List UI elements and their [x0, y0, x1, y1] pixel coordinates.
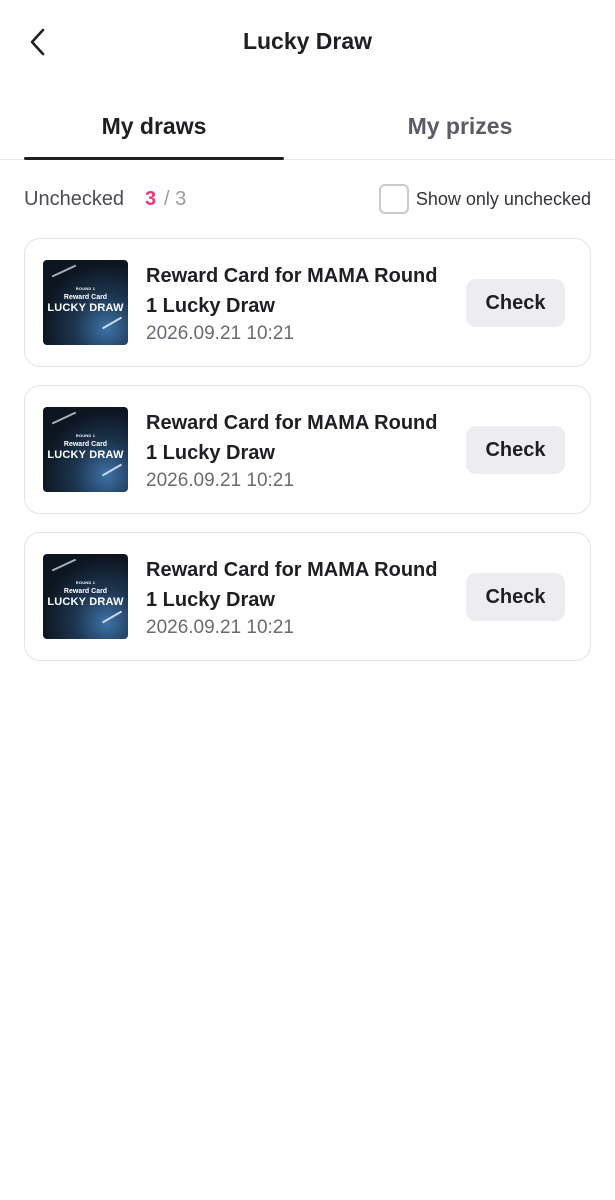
- check-button[interactable]: Check: [466, 573, 565, 621]
- draw-date: 2026.09.21 10:21: [146, 323, 294, 344]
- thumb-lucky-text: LUCKY DRAW: [47, 449, 124, 461]
- draw-thumbnail: ROUND 1 Reward Card LUCKY DRAW: [43, 260, 128, 345]
- sparkle-icon: [101, 316, 123, 330]
- sparkle-icon: [51, 264, 77, 278]
- thumb-lucky-text: LUCKY DRAW: [47, 302, 124, 314]
- check-button[interactable]: Check: [466, 426, 565, 474]
- draw-card: ROUND 1 Reward Card LUCKY DRAW Reward Ca…: [24, 238, 591, 367]
- app-root: Lucky Draw My draws My prizes Unchecked …: [0, 0, 615, 1200]
- sparkle-icon: [51, 558, 77, 572]
- page-title: Lucky Draw: [242, 28, 373, 54]
- total-count: / 3: [164, 188, 187, 210]
- draw-card: ROUND 1 Reward Card LUCKY DRAW Reward Ca…: [24, 532, 591, 661]
- draw-date: 2026.09.21 10:21: [146, 617, 294, 638]
- draw-title: Reward Card for MAMA Round 1 Lucky Draw: [146, 412, 438, 464]
- thumb-reward-text: Reward Card: [63, 441, 108, 448]
- thumb-lucky-text: LUCKY DRAW: [47, 596, 124, 608]
- draw-card: ROUND 1 Reward Card LUCKY DRAW Reward Ca…: [24, 385, 591, 514]
- draw-title: Reward Card for MAMA Round 1 Lucky Draw: [146, 265, 438, 317]
- unchecked-count: 3: [145, 188, 157, 210]
- show-only-label: Show only unchecked: [415, 188, 591, 209]
- draw-thumbnail: ROUND 1 Reward Card LUCKY DRAW: [43, 407, 128, 492]
- draw-thumbnail: ROUND 1 Reward Card LUCKY DRAW: [43, 554, 128, 639]
- show-only-checkbox[interactable]: [378, 184, 409, 214]
- thumb-reward-text: Reward Card: [63, 294, 108, 301]
- draw-title: Reward Card for MAMA Round 1 Lucky Draw: [146, 559, 438, 611]
- sparkle-icon: [101, 610, 123, 624]
- unchecked-label: Unchecked: [24, 188, 125, 210]
- thumb-round-tag: ROUND 1: [75, 580, 96, 585]
- sparkle-icon: [51, 411, 77, 425]
- check-button[interactable]: Check: [466, 279, 565, 327]
- tab-bar: My draws My prizes: [0, 92, 615, 160]
- tab-my-draws[interactable]: My draws: [24, 92, 284, 160]
- thumb-reward-text: Reward Card: [63, 588, 108, 595]
- thumb-round-tag: ROUND 1: [75, 286, 96, 291]
- show-only-unchecked-toggle[interactable]: Show only unchecked: [378, 183, 591, 215]
- draw-date: 2026.09.21 10:21: [146, 470, 294, 491]
- sparkle-icon: [101, 463, 123, 477]
- thumb-round-tag: ROUND 1: [75, 433, 96, 438]
- header: Lucky Draw: [0, 0, 615, 84]
- filter-bar: Unchecked 3 / 3 Show only unchecked: [24, 180, 591, 220]
- active-tab-indicator: [24, 157, 284, 160]
- tab-my-prizes[interactable]: My prizes: [330, 92, 590, 160]
